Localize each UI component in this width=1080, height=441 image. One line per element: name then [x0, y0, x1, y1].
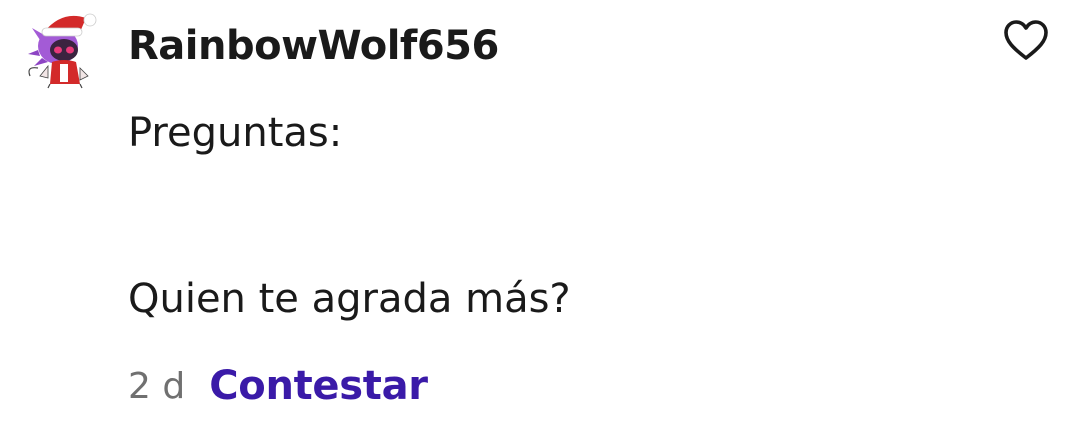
comment-item: RainbowWolf656 Preguntas: Quien te agrad…	[0, 0, 1080, 441]
like-button[interactable]	[1000, 14, 1052, 66]
avatar[interactable]	[22, 6, 106, 90]
comment-text-line-1: Preguntas:	[128, 110, 343, 156]
santa-wolf-avatar-icon	[28, 13, 97, 89]
comment-meta: 2 d Contestar	[128, 356, 428, 416]
timestamp: 2 d	[128, 365, 186, 407]
reply-button[interactable]: Contestar	[209, 363, 428, 409]
comment-text-line-2: Quien te agrada más?	[128, 276, 571, 322]
username[interactable]: RainbowWolf656	[128, 15, 499, 77]
heart-outline-icon	[1004, 20, 1048, 60]
